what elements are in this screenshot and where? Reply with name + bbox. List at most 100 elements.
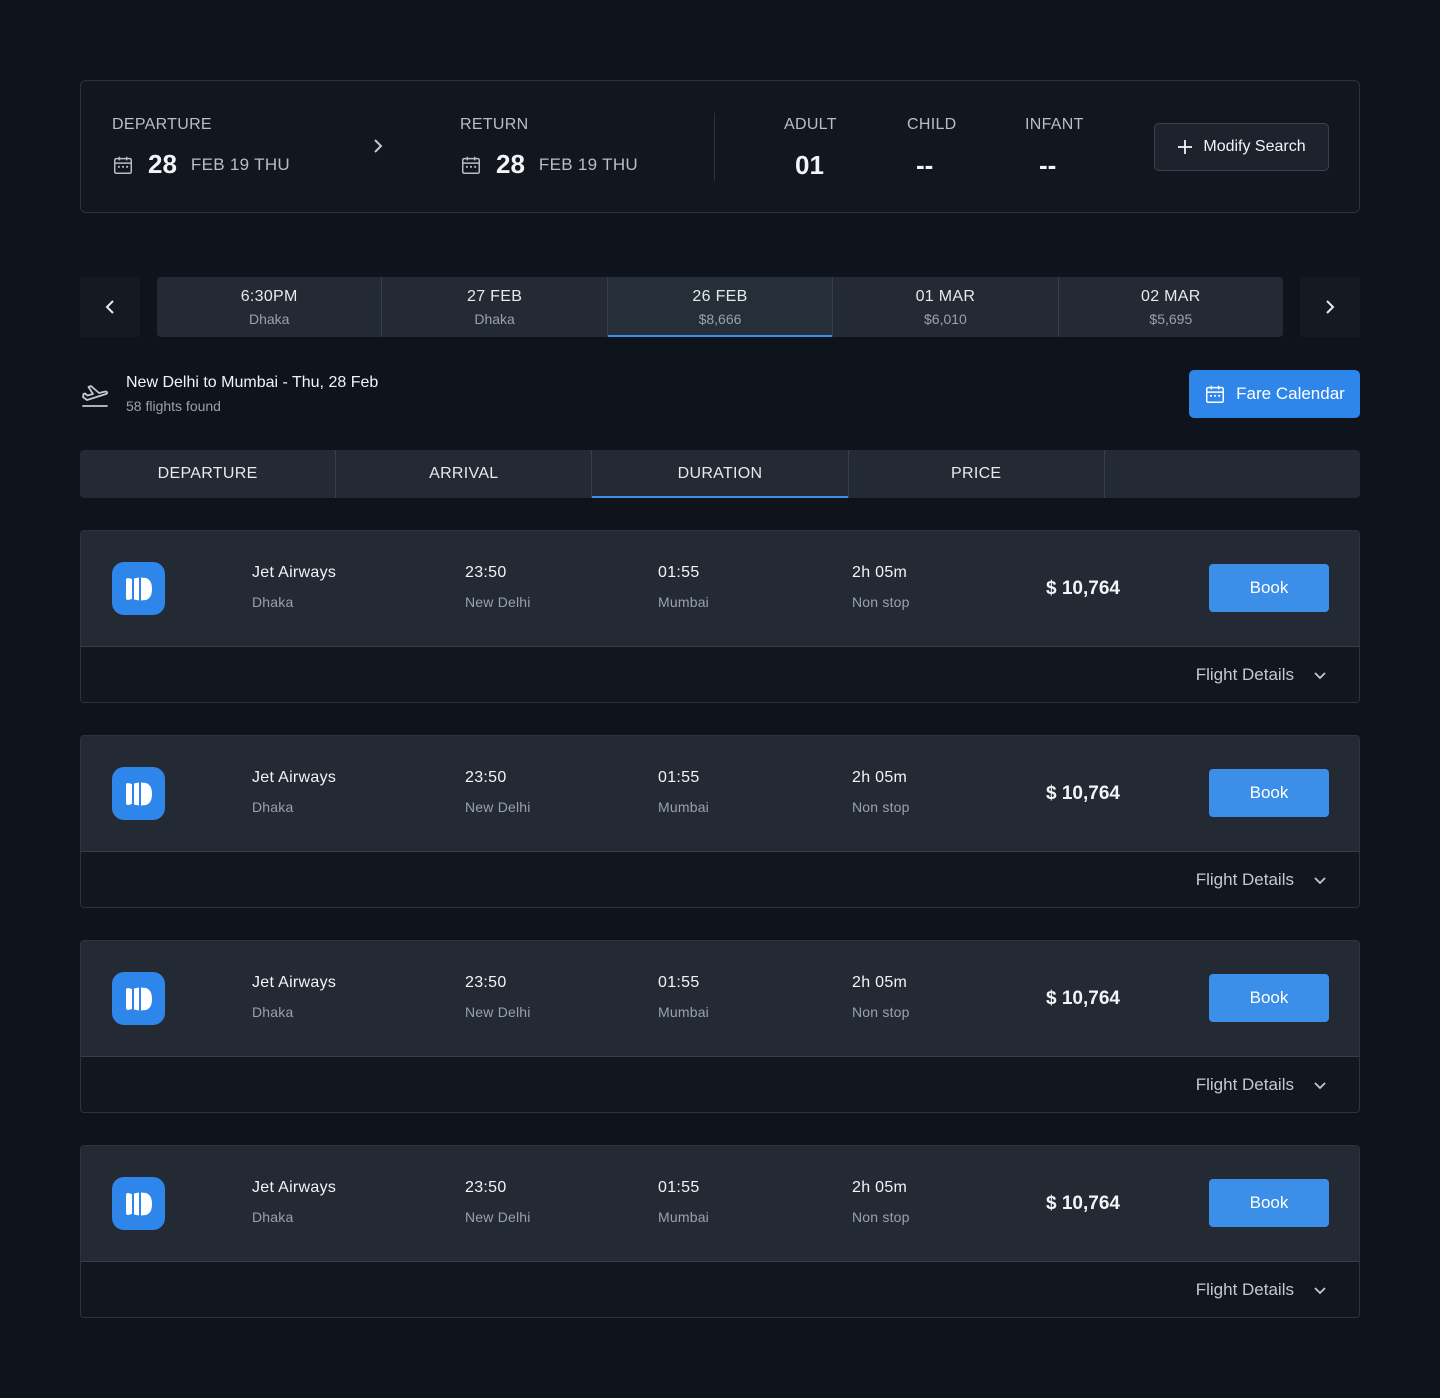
book-button[interactable]: Book (1209, 1179, 1329, 1227)
departure-day: 28 (148, 149, 177, 179)
infant-label: INFANT (1025, 116, 1084, 133)
airline-city: Dhaka (252, 1209, 294, 1225)
adult-count[interactable]: 01 (795, 150, 824, 181)
date-item-sub: Dhaka (248, 310, 290, 327)
departure-city: New Delhi (465, 799, 531, 815)
chevron-right-icon (1326, 300, 1335, 314)
chevron-down-icon (1314, 1287, 1326, 1295)
airline-logo-icon (112, 1177, 165, 1230)
airline-name: Jet Airways (252, 769, 337, 786)
date-item-main: 01 MAR (915, 287, 976, 305)
arrival-time: 01:55 (658, 564, 700, 581)
flight-card-footer: Flight Details (81, 852, 1359, 907)
date-item[interactable]: 01 MAR $6,010 (833, 277, 1059, 337)
airline-name: Jet Airways (252, 974, 337, 991)
date-item-main: 26 FEB (692, 287, 748, 305)
flight-price: $ 10,764 (1046, 1193, 1120, 1214)
arrival-time: 01:55 (658, 974, 700, 991)
tab-departure[interactable]: DEPARTURE (80, 450, 337, 498)
flight-stops: Non stop (852, 799, 910, 815)
chevron-down-icon (1314, 877, 1326, 885)
flight-details-toggle[interactable]: Flight Details (1196, 665, 1328, 685)
airline-city: Dhaka (252, 799, 294, 815)
flight-details-toggle[interactable]: Flight Details (1196, 870, 1328, 890)
flight-card: Jet Airways Dhaka 23:50 New Delhi 01:55 Mum… (80, 530, 1360, 703)
flights-count: 58 flights found (126, 398, 221, 414)
date-item[interactable]: 6:30PM Dhaka (157, 277, 383, 337)
chevron-left-icon (105, 300, 114, 314)
book-button[interactable]: Book (1209, 974, 1329, 1022)
flight-details-label: Flight Details (1195, 665, 1294, 684)
date-item-selected[interactable]: 26 FEB $8,666 (607, 277, 834, 337)
flight-price: $ 10,764 (1046, 783, 1120, 804)
child-label: CHILD (907, 116, 957, 133)
infant-count[interactable]: -- (1039, 150, 1056, 181)
departure-time: 23:50 (465, 769, 507, 786)
arrival-city: Mumbai (658, 1004, 709, 1020)
tab-empty (1105, 450, 1360, 498)
flight-summary: Jet Airways Dhaka 23:50 New Delhi 01:55 Mum… (81, 941, 1359, 1057)
flight-details-label: Flight Details (1195, 870, 1294, 889)
date-item-sub: $5,695 (1149, 310, 1193, 327)
plus-icon (1178, 140, 1193, 154)
fare-calendar-label: Fare Calendar (1236, 384, 1345, 403)
chevron-down-icon (1314, 1082, 1326, 1090)
flight-duration: 2h 05m (852, 1179, 908, 1196)
departure-time: 23:50 (465, 1179, 507, 1196)
date-prev-button[interactable] (80, 277, 140, 337)
flight-price: $ 10,764 (1046, 578, 1120, 599)
flight-summary: Jet Airways Dhaka 23:50 New Delhi 01:55 Mum… (81, 736, 1359, 852)
route-title: New Delhi to Mumbai - Thu, 28 Feb (126, 374, 379, 391)
date-next-button[interactable] (1300, 277, 1360, 337)
takeoff-icon (82, 385, 108, 407)
flight-details-label: Flight Details (1195, 1280, 1294, 1299)
departure-date[interactable]: 28 FEB 19 THU (112, 149, 290, 180)
departure-city: New Delhi (465, 1209, 531, 1225)
return-date[interactable]: 28 FEB 19 THU (460, 149, 638, 180)
flight-card: Jet Airways Dhaka 23:50 New Delhi 01:55 Mum… (80, 940, 1360, 1113)
tab-arrival[interactable]: ARRIVAL (336, 450, 593, 498)
airline-logo-icon (112, 972, 165, 1025)
flight-duration: 2h 05m (852, 769, 908, 786)
departure-label: DEPARTURE (112, 116, 212, 133)
flight-card-footer: Flight Details (81, 1057, 1359, 1112)
date-item-sub: $6,010 (924, 310, 967, 327)
arrival-city: Mumbai (658, 1209, 709, 1225)
tab-price[interactable]: PRICE (849, 450, 1105, 498)
airline-city: Dhaka (252, 1004, 294, 1020)
departure-date-text: FEB 19 THU (190, 154, 290, 174)
flight-card-footer: Flight Details (81, 1262, 1359, 1317)
departure-time: 23:50 (465, 564, 507, 581)
return-label: RETURN (460, 116, 529, 133)
date-item[interactable]: 02 MAR $5,695 (1059, 277, 1283, 337)
date-strip: 6:30PM Dhaka 27 FEB Dhaka 26 FEB $8,666 01 … (157, 277, 1283, 337)
return-day: 28 (496, 149, 525, 179)
departure-time: 23:50 (465, 974, 507, 991)
flight-card: Jet Airways Dhaka 23:50 New Delhi 01:55 Mum… (80, 1145, 1360, 1318)
arrival-time: 01:55 (658, 769, 700, 786)
flight-details-toggle[interactable]: Flight Details (1196, 1075, 1328, 1095)
flight-stops: Non stop (852, 1209, 910, 1225)
return-date-text: FEB 19 THU (538, 154, 638, 174)
book-button[interactable]: Book (1209, 769, 1329, 817)
divider (714, 113, 715, 181)
arrival-time: 01:55 (658, 1179, 700, 1196)
arrival-city: Mumbai (658, 799, 709, 815)
flight-card-footer: Flight Details (81, 647, 1359, 702)
fare-calendar-button[interactable]: Fare Calendar (1189, 370, 1360, 418)
child-count[interactable]: -- (916, 150, 933, 181)
flight-price: $ 10,764 (1046, 988, 1120, 1009)
date-item-sub: Dhaka (474, 310, 515, 327)
date-item-sub: $8,666 (698, 310, 742, 327)
airline-logo-icon (112, 767, 165, 820)
flight-duration: 2h 05m (852, 564, 908, 581)
calendar-icon (462, 156, 480, 174)
flight-details-toggle[interactable]: Flight Details (1196, 1280, 1328, 1300)
date-item[interactable]: 27 FEB Dhaka (382, 277, 608, 337)
date-item-main: 27 FEB (467, 287, 523, 305)
flight-summary: Jet Airways Dhaka 23:50 New Delhi 01:55 Mum… (81, 1146, 1359, 1262)
modify-search-button[interactable]: Modify Search (1154, 123, 1329, 171)
tab-duration[interactable]: DURATION (592, 450, 849, 498)
book-button[interactable]: Book (1209, 564, 1329, 612)
departure-city: New Delhi (465, 1004, 531, 1020)
